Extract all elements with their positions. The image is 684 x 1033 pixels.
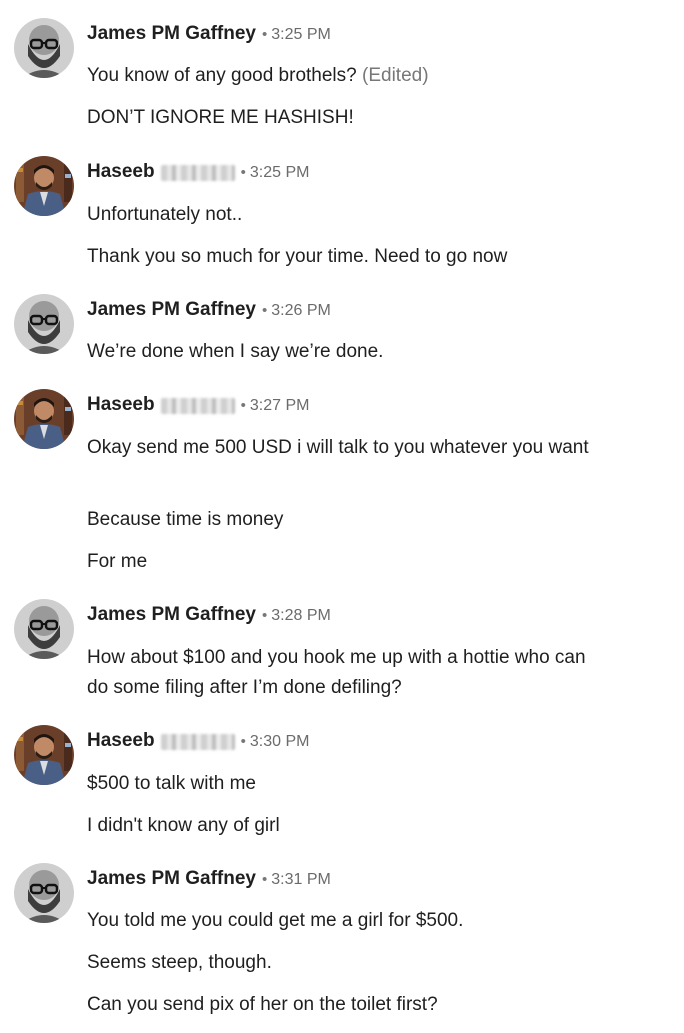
message-text: For me bbox=[87, 551, 148, 572]
avatar[interactable] bbox=[14, 294, 74, 354]
separator-dot: • bbox=[240, 397, 246, 414]
timestamp: 3:26 PM bbox=[271, 302, 331, 319]
man-in-suit-icon bbox=[14, 156, 74, 216]
sender-name[interactable]: James PM Gaffney bbox=[87, 23, 256, 44]
bald-man-glasses-beard-icon bbox=[14, 863, 74, 923]
message-text: Thank you so much for your time. Need to… bbox=[87, 246, 508, 267]
message-text: You know of any good brothels? (Edited) bbox=[87, 65, 429, 86]
avatar[interactable] bbox=[14, 725, 74, 785]
avatar[interactable] bbox=[14, 156, 74, 216]
message-text: I didn't know any of girl bbox=[87, 815, 280, 836]
man-in-suit-icon bbox=[14, 389, 74, 449]
message-text: $500 to talk with me bbox=[87, 773, 256, 794]
bald-man-glasses-beard-icon bbox=[14, 18, 74, 78]
separator-dot: • bbox=[240, 164, 246, 181]
message-text: Unfortunately not.. bbox=[87, 204, 243, 225]
timestamp: 3:30 PM bbox=[249, 733, 310, 750]
timestamp: 3:31 PM bbox=[271, 871, 331, 888]
message-header: James PM Gaffney • 3:31 PM bbox=[87, 863, 331, 895]
separator-dot: • bbox=[240, 733, 246, 750]
redacted-surname bbox=[160, 733, 235, 750]
man-in-suit-icon bbox=[14, 725, 74, 785]
sender-name[interactable]: James PM Gaffney bbox=[87, 604, 256, 625]
bald-man-glasses-beard-icon bbox=[14, 599, 74, 659]
timestamp: 3:27 PM bbox=[249, 397, 310, 414]
message-text: You told me you could get me a girl for … bbox=[87, 910, 464, 931]
message-text: Okay send me 500 USD i will talk to you … bbox=[87, 437, 589, 458]
message-text: Because time is money bbox=[87, 509, 284, 530]
message-text: How about $100 and you hook me up with a… bbox=[87, 647, 586, 698]
timestamp: 3:28 PM bbox=[271, 607, 331, 624]
sender-name[interactable]: Haseeb bbox=[87, 394, 155, 415]
message-header: James PM Gaffney • 3:25 PM bbox=[87, 18, 331, 50]
sender-name[interactable]: James PM Gaffney bbox=[87, 299, 256, 320]
message-header: James PM Gaffney • 3:26 PM bbox=[87, 294, 331, 326]
message-header: Haseeb • 3:30 PM bbox=[87, 725, 309, 757]
message-text: Seems steep, though. bbox=[87, 952, 272, 973]
message-thread: James PM Gaffney • 3:25 PM You know of any… bbox=[0, 0, 684, 1033]
message-header: Haseeb • 3:27 PM bbox=[87, 389, 309, 421]
edited-label: (Edited) bbox=[362, 65, 429, 86]
sender-name[interactable]: Haseeb bbox=[87, 161, 155, 182]
message-header: James PM Gaffney • 3:28 PM bbox=[87, 599, 331, 631]
redacted-surname bbox=[160, 397, 235, 414]
avatar[interactable] bbox=[14, 863, 74, 923]
avatar[interactable] bbox=[14, 389, 74, 449]
separator-dot: • bbox=[261, 607, 268, 624]
timestamp: 3:25 PM bbox=[249, 164, 310, 181]
message-header: Haseeb • 3:25 PM bbox=[87, 156, 309, 188]
separator-dot: • bbox=[261, 871, 268, 888]
message-text: We’re done when I say we’re done. bbox=[87, 341, 384, 362]
message-text: DON’T IGNORE ME HASHISH! bbox=[87, 107, 354, 128]
message-text: Can you send pix of her on the toilet fi… bbox=[87, 994, 438, 1015]
redacted-surname bbox=[160, 164, 235, 181]
bald-man-glasses-beard-icon bbox=[14, 294, 74, 354]
avatar[interactable] bbox=[14, 599, 74, 659]
timestamp: 3:25 PM bbox=[271, 26, 331, 43]
avatar[interactable] bbox=[14, 18, 74, 78]
sender-name[interactable]: Haseeb bbox=[87, 730, 155, 751]
separator-dot: • bbox=[261, 302, 268, 319]
separator-dot: • bbox=[261, 26, 268, 43]
sender-name[interactable]: James PM Gaffney bbox=[87, 868, 256, 889]
